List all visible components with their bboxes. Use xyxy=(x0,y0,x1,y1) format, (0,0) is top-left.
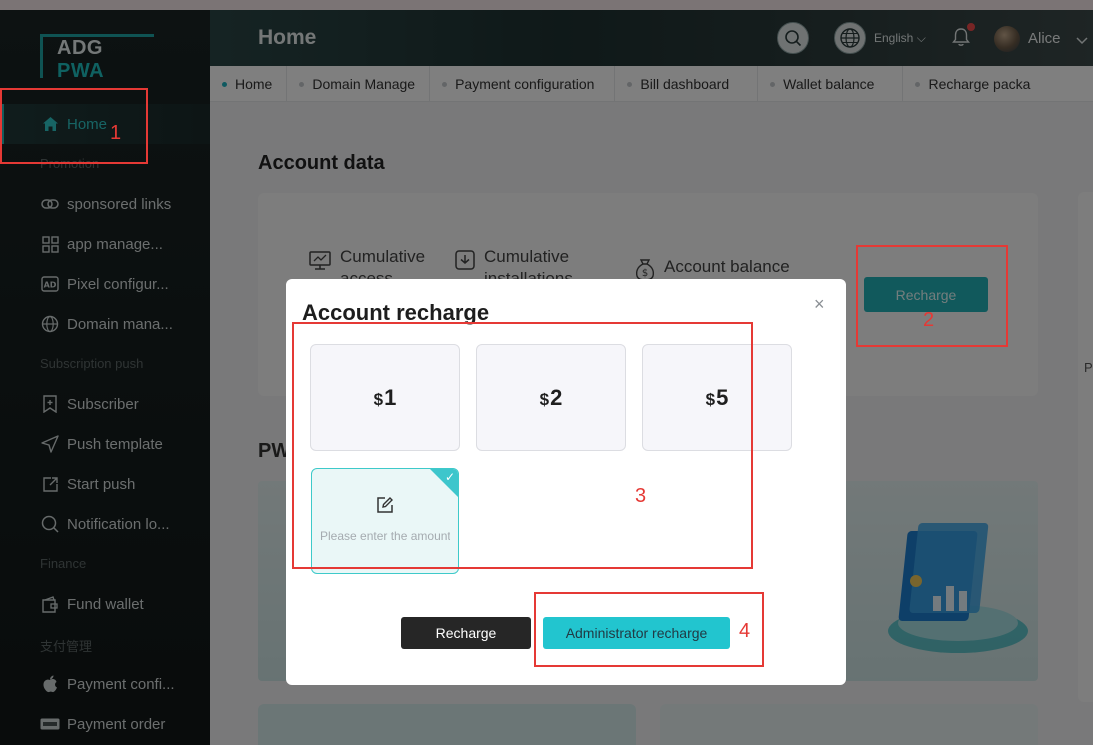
recharge-submit-button[interactable]: Recharge xyxy=(401,617,531,649)
annotation-box-4 xyxy=(534,592,764,667)
close-icon[interactable]: × xyxy=(814,294,825,315)
annotation-box-3 xyxy=(292,322,753,569)
annotation-number-2: 2 xyxy=(923,309,935,331)
annotation-box-1 xyxy=(0,88,148,164)
annotation-number-1: 1 xyxy=(110,122,122,144)
annotation-number-3: 3 xyxy=(635,485,647,507)
annotation-number-4: 4 xyxy=(739,620,751,642)
